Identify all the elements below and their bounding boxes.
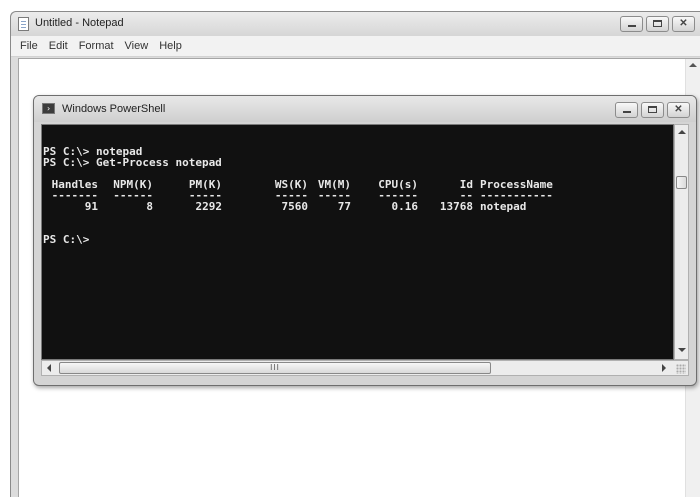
powershell-maximize-button[interactable] <box>641 102 664 118</box>
notepad-maximize-button[interactable] <box>646 16 669 32</box>
notepad-menubar: File Edit Format View Help <box>11 36 700 57</box>
cell-handles: 91 <box>84 200 98 213</box>
separator-dashes: ------ <box>113 189 153 202</box>
powershell-title: Windows PowerShell <box>62 103 166 115</box>
notepad-minimize-button[interactable] <box>620 16 643 32</box>
menu-help[interactable]: Help <box>159 40 182 52</box>
notepad-title: Untitled - Notepad <box>35 17 124 29</box>
powershell-horizontal-scrollbar[interactable]: III <box>41 360 689 376</box>
notepad-close-button[interactable]: ✕ <box>672 16 695 32</box>
powershell-console[interactable]: PS C:\> notepad PS C:\> Get-Process note… <box>41 124 674 360</box>
cell-vm: 77 <box>337 200 351 213</box>
cell-id: 13768 <box>439 200 473 213</box>
cell-npm: 8 <box>146 200 153 213</box>
menu-view[interactable]: View <box>125 40 149 52</box>
console-command-line: PS C:\> Get-Process notepad <box>43 156 222 169</box>
powershell-minimize-button[interactable] <box>615 102 638 118</box>
scroll-down-arrow-icon[interactable] <box>678 348 686 352</box>
notepad-titlebar[interactable]: Untitled - Notepad ✕ <box>11 12 700 36</box>
scroll-up-arrow-icon[interactable] <box>678 130 686 134</box>
menu-format[interactable]: Format <box>79 40 114 52</box>
console-prompt: PS C:\> <box>43 233 90 246</box>
powershell-window: › Windows PowerShell ✕ PS C:\> notepad P… <box>33 95 697 386</box>
notepad-icon <box>18 17 29 31</box>
resize-grip-icon[interactable] <box>676 364 686 374</box>
cell-cpu: 0.16 <box>391 200 419 213</box>
table-row: 91 8 2292 7560 77 0.16 13768 notepad <box>43 201 570 212</box>
powershell-close-button[interactable]: ✕ <box>667 102 690 118</box>
scroll-left-arrow-icon[interactable] <box>47 364 51 372</box>
cell-pm: 2292 <box>195 200 223 213</box>
cell-ws: 7560 <box>281 200 309 213</box>
scroll-up-arrow-icon[interactable] <box>689 63 697 67</box>
powershell-vertical-scrollbar[interactable] <box>674 124 689 360</box>
horizontal-scroll-thumb[interactable]: III <box>59 362 491 374</box>
menu-file[interactable]: File <box>20 40 38 52</box>
process-table: Handles NPM(K) PM(K) WS(K) VM(M) CPU(s) … <box>43 179 570 212</box>
powershell-titlebar[interactable]: › Windows PowerShell ✕ <box>34 96 696 122</box>
scroll-right-arrow-icon[interactable] <box>662 364 666 372</box>
menu-edit[interactable]: Edit <box>49 40 68 52</box>
cell-processname: notepad <box>480 200 527 213</box>
powershell-icon: › <box>42 103 55 114</box>
vertical-scroll-thumb[interactable] <box>676 176 687 189</box>
